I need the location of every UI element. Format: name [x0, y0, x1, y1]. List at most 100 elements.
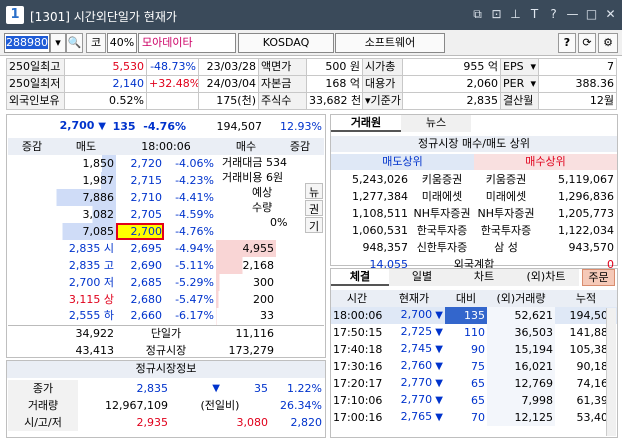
column-header: 누적 [555, 290, 617, 307]
tab-broker[interactable]: 거래원 [331, 115, 401, 132]
info-label: ▾기준가 [362, 92, 403, 110]
trade-row[interactable]: 17:20:17 2,770 ▼ 65 12,769 74,168 [331, 375, 617, 392]
trade-scrollbar[interactable] [606, 308, 616, 436]
trade-price: 2,725 ▼ [400, 325, 443, 338]
info-value: 7 [538, 58, 617, 76]
ask-quantity: 1,850 [56, 155, 116, 172]
sell-broker: 미래에셋 [421, 189, 463, 203]
trade-volume: 12,125 [487, 409, 555, 426]
bid-rate: -4.94% [175, 241, 214, 255]
window-title: [1301] 시간외단일가 현재가 [30, 8, 177, 25]
column-header: (외)거래량 [487, 290, 555, 307]
trade-row[interactable]: 17:30:16 2,760 ▼ 75 16,021 90,189 [331, 358, 617, 375]
info-row: 250일최저 2,140 +32.48% 24/03/04 자본금 168 억 … [6, 75, 617, 93]
info-label: 외국인보유 [6, 92, 65, 110]
dropdown-icon[interactable]: ▾ [50, 33, 66, 53]
settings-icon[interactable]: ⚙ [598, 33, 618, 53]
tab-foreign-chart[interactable]: (외)차트 [513, 269, 579, 286]
column-header: 대비 [445, 290, 487, 307]
down-triangle-icon: ▼ [432, 344, 443, 355]
info-label: 250일최고 [6, 58, 65, 76]
info-value: -48.73% [146, 58, 199, 76]
info-value: 2,140 [64, 75, 147, 93]
screen-title: 시간외단일가 현재가 [73, 10, 177, 24]
broker-row: 948,357 신한투자증 삼 성 943,570 [332, 239, 616, 256]
ask-change [8, 223, 56, 240]
broker-row: 1,108,511 NH투자증권 NH투자증권 1,205,773 [332, 205, 616, 222]
stock-code-input[interactable]: 288980 [4, 33, 50, 53]
order-button[interactable]: 주문 [582, 269, 615, 286]
close-price: 2,835 [136, 381, 169, 395]
info-value: 24/03/04 [198, 75, 259, 93]
trade-row[interactable]: 17:00:16 2,765 ▼ 70 12,125 53,401 [331, 409, 617, 426]
minimize-icon[interactable]: — [565, 7, 580, 22]
search-icon[interactable]: 🔍 [66, 33, 83, 53]
order-book-total-row: 43,413 정규시장 173,279 [8, 342, 324, 359]
info-value: 2,060 [402, 75, 501, 93]
help-button[interactable]: ? [558, 33, 576, 53]
info-label: 주식수 [258, 92, 307, 110]
tab-news[interactable]: 뉴스 [401, 115, 471, 132]
down-triangle-icon: ▼ [432, 412, 443, 423]
sell-top-header: 매도상위 [331, 154, 474, 170]
prev-day-label: (전일비) [200, 398, 240, 412]
dropdown-icon[interactable]: ▾ [530, 60, 536, 75]
down-triangle-icon: ▼ [432, 395, 443, 406]
buy-volume: 1,296,836 [558, 189, 614, 203]
info-value: 175(천) [198, 92, 259, 110]
trade-header: 시간 현재가 대비 (외)거래량 누적 [331, 290, 617, 307]
code-button[interactable]: 코 [86, 33, 106, 53]
copy-window-icon[interactable]: ⊡ [489, 7, 504, 22]
tab-chart[interactable]: 차트 [455, 269, 513, 286]
info-row: 외국인보유 0.52% 175(천) 주식수 33,682 천 ▾기준가 2,8… [6, 92, 617, 110]
refresh-icon[interactable]: ⟳ [578, 33, 596, 53]
rights-button[interactable]: 권 [305, 200, 323, 216]
trade-volume: 52,621 [487, 307, 555, 324]
news-button[interactable]: 뉴 [305, 183, 323, 199]
bid-price: 2,660 [130, 309, 163, 323]
sell-broker: NH투자증권 [413, 206, 471, 220]
trade-price: 2,745 ▼ [400, 342, 443, 355]
regular-label: 종가 [8, 380, 78, 397]
column-header: 매도 [56, 138, 116, 155]
buy-volume: 1,205,773 [558, 206, 614, 220]
buy-broker: 한국투자증 [480, 223, 532, 237]
bid-quantity: 4,955 [216, 240, 276, 257]
trade-row[interactable]: 17:40:18 2,745 ▼ 90 15,194 105,383 [331, 341, 617, 358]
trade-change: 135 [445, 307, 487, 324]
market-field: KOSDAQ [238, 33, 334, 53]
ask-price: 2,705 [130, 207, 163, 221]
trade-row[interactable]: 17:50:15 2,725 ▼ 110 36,503 141,886 [331, 324, 617, 341]
trade-volume: 16,021 [487, 358, 555, 375]
sector-field: 소프트웨어 [335, 33, 445, 53]
total-volume: 194,507 [216, 119, 263, 133]
font-size-icon[interactable]: T [527, 7, 542, 22]
down-triangle-icon: ▼ [432, 378, 443, 389]
tab-trades[interactable]: 체결 [331, 269, 389, 286]
ask-price: 2,700 [116, 223, 164, 240]
help-icon[interactable]: ? [546, 7, 561, 22]
restore-icon[interactable]: ⧉ [470, 7, 485, 22]
ask-quantity: 1,987 [56, 172, 116, 189]
trade-time: 18:00:06 [333, 308, 383, 322]
pin-icon[interactable]: ⊥ [508, 7, 523, 22]
bid-price: 2,695 [130, 241, 163, 255]
close-icon[interactable]: ✕ [603, 7, 618, 22]
sell-volume: 948,357 [362, 240, 409, 254]
tab-daily[interactable]: 일별 [389, 269, 455, 286]
dropdown-icon[interactable]: ▾ [530, 77, 536, 92]
stock-name-field[interactable]: 모아데이타 [138, 33, 236, 53]
ask-price: 2,720 [130, 156, 163, 170]
buy-broker: 삼 성 [494, 240, 518, 254]
bid-row: 2,700 저 2,685 -5.29% 300 [8, 274, 324, 291]
company-button[interactable]: 기 [305, 217, 323, 233]
trade-time: 17:10:06 [333, 393, 383, 407]
bid-quantity: 300 [216, 274, 276, 291]
info-value: 955 억 [402, 58, 501, 76]
bid-quantity: 2,168 [216, 257, 276, 274]
regular-market-table: 종가 2,835 ▼ 35 1.22% 거래량 12,967,109 (전일비)… [8, 380, 324, 431]
trade-row[interactable]: 18:00:06 2,700 ▼ 135 52,621 194,507 [331, 307, 617, 324]
trade-row[interactable]: 17:10:06 2,770 ▼ 65 7,998 61,399 [331, 392, 617, 409]
broker-row: 5,243,026 키움증권 키움증권 5,119,067 [332, 171, 616, 188]
maximize-icon[interactable]: □ [584, 7, 599, 22]
